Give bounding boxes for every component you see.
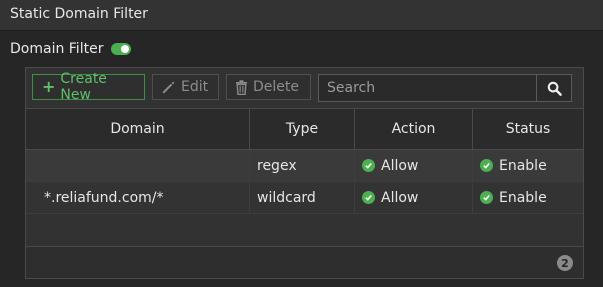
domain-filter-label: Domain Filter	[10, 41, 104, 57]
section-title: Static Domain Filter	[10, 6, 148, 22]
plus-icon: +	[42, 77, 56, 96]
table-header-row: Domain Type Action Status	[26, 108, 583, 150]
search-box	[318, 74, 572, 102]
check-circle-icon	[362, 159, 375, 172]
search-icon	[547, 81, 562, 96]
domain-filter-toggle[interactable]	[111, 43, 132, 55]
check-circle-icon	[480, 191, 493, 204]
action-cell: Allow	[355, 190, 472, 206]
action-label: Allow	[381, 157, 419, 174]
search-input[interactable]	[319, 75, 536, 101]
section-header: Static Domain Filter	[0, 0, 603, 31]
trash-icon	[236, 79, 247, 95]
table-row[interactable]: *.reliafund.com/* wildcard Allow Enable	[26, 181, 583, 214]
domain-table: Domain Type Action Status regex Allow En…	[26, 108, 583, 214]
status-label: Enable	[499, 157, 547, 174]
edit-button[interactable]: Edit	[152, 74, 219, 100]
domain-filter-panel: + Create New Edit Delete Search Domain T…	[25, 67, 584, 279]
status-cell: Enable	[473, 190, 583, 206]
row-count-badge: 2	[557, 255, 573, 271]
toolbar: + Create New Edit Delete	[32, 71, 311, 103]
action-label: Allow	[381, 189, 419, 206]
table-footer: 2	[26, 246, 583, 278]
check-circle-icon	[480, 159, 493, 172]
delete-label: Delete	[253, 79, 299, 95]
action-cell: Allow	[355, 158, 472, 174]
pencil-icon	[162, 81, 175, 93]
column-header-status[interactable]: Status	[472, 108, 583, 150]
domain-cell: *.reliafund.com/*	[44, 189, 164, 206]
column-header-type[interactable]: Type	[249, 108, 355, 150]
table-row[interactable]: regex Allow Enable	[26, 149, 583, 182]
domain-filter-row: Domain Filter	[10, 40, 132, 58]
status-label: Enable	[499, 189, 547, 206]
create-new-label: Create New	[60, 71, 107, 103]
create-new-button[interactable]: + Create New	[32, 71, 145, 103]
edit-label: Edit	[181, 79, 209, 95]
column-header-domain[interactable]: Domain	[26, 108, 250, 150]
check-circle-icon	[362, 191, 375, 204]
status-cell: Enable	[473, 158, 583, 174]
delete-button[interactable]: Delete	[226, 74, 311, 100]
search-button[interactable]	[536, 75, 571, 101]
type-cell: wildcard	[257, 189, 316, 206]
type-cell: regex	[257, 157, 297, 174]
column-header-action[interactable]: Action	[354, 108, 473, 150]
